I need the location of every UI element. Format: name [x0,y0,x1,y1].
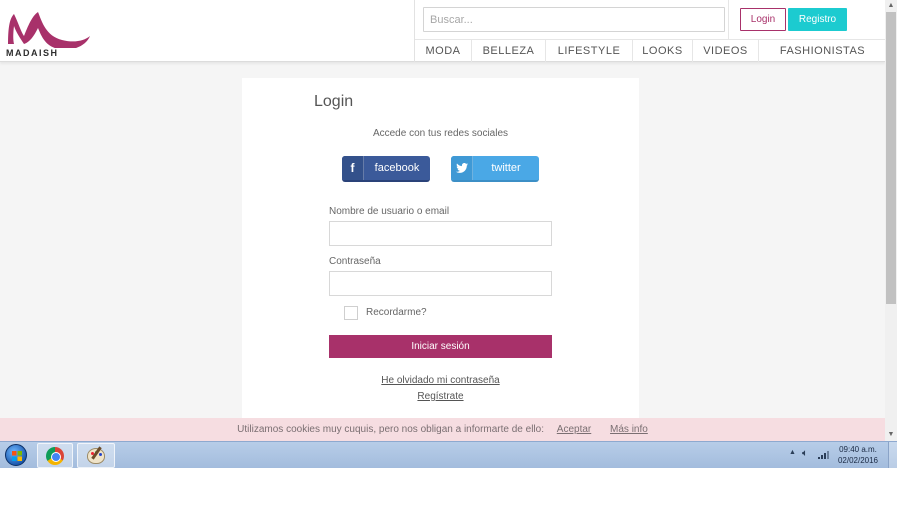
browser-viewport: MADAISH Login Registro MODA BELLEZA LIFE… [0,0,885,441]
windows-logo-icon [5,444,27,466]
remember-label: Recordarme? [366,307,427,318]
twitter-icon [451,156,473,180]
taskbar-chrome-button[interactable] [37,443,73,468]
madaish-logo[interactable]: MADAISH [2,8,94,58]
site-header: MADAISH Login Registro MODA BELLEZA LIFE… [0,0,885,62]
system-tray: ▲ 🔈︎ 09:40 a.m. 02/02/2016 [780,442,897,468]
screen: MADAISH Login Registro MODA BELLEZA LIFE… [0,0,900,508]
paint-icon [87,447,105,464]
clock-date: 02/02/2016 [837,456,879,465]
cookie-more-info-link[interactable]: Más info [610,424,648,435]
signup-link[interactable]: Regístrate [242,391,639,402]
nav-item-videos[interactable]: VIDEOS [693,40,759,62]
network-icon[interactable] [818,451,829,459]
header-divider [728,0,729,39]
cookie-bar: Utilizamos cookies muy cuquis, pero nos … [0,418,885,441]
login-card: Login Accede con tus redes sociales f fa… [242,78,639,441]
twitter-label: twitter [491,162,521,174]
register-button[interactable]: Registro [788,8,847,31]
volume-icon[interactable]: 🔈︎ [802,448,808,459]
nav-item-lifestyle[interactable]: LIFESTYLE [546,40,633,62]
facebook-icon: f [342,156,364,180]
login-submit-button[interactable]: Iniciar sesión [329,335,552,358]
logo-wordmark: MADAISH [6,48,59,58]
nav-item-moda[interactable]: MODA [415,40,472,62]
forgot-password-link[interactable]: He olvidado mi contraseña [242,375,639,386]
password-field[interactable] [329,271,552,296]
tray-expand-icon[interactable]: ▲ [789,449,796,456]
cookie-text: Utilizamos cookies muy cuquis, pero nos … [237,424,544,435]
search-input[interactable] [423,7,725,32]
taskbar-paint-button[interactable] [77,443,115,468]
header-right: Login Registro MODA BELLEZA LIFESTYLE LO… [414,0,885,62]
username-label: Nombre de usuario o email [329,206,450,217]
madaish-logo-mark [8,12,90,50]
main-nav: MODA BELLEZA LIFESTYLE LOOKS VIDEOS FASH… [415,39,885,62]
remember-checkbox[interactable] [344,306,358,320]
social-login-text: Accede con tus redes sociales [372,128,509,139]
login-button[interactable]: Login [740,8,786,31]
login-title: Login [314,93,354,110]
nav-item-looks[interactable]: LOOKS [633,40,693,62]
clock[interactable]: 09:40 a.m. 02/02/2016 [834,444,882,466]
password-label: Contraseña [329,256,381,267]
start-button[interactable] [0,442,32,468]
vertical-scrollbar[interactable]: ▲ ▼ [885,0,897,441]
chrome-icon [46,446,64,465]
username-field[interactable] [329,221,552,246]
cookie-accept-link[interactable]: Aceptar [557,424,591,435]
facebook-login-button[interactable]: f facebook [342,156,430,182]
twitter-login-button[interactable]: twitter [451,156,539,182]
scroll-thumb[interactable] [886,12,896,304]
scroll-down-arrow-icon[interactable]: ▼ [885,429,897,441]
nav-item-fashionistas[interactable]: FASHIONISTAS [759,40,885,62]
clock-time: 09:40 a.m. [839,445,877,454]
scroll-up-arrow-icon[interactable]: ▲ [885,0,897,12]
taskbar: ▲ 🔈︎ 09:40 a.m. 02/02/2016 [0,441,897,468]
show-desktop-button[interactable] [888,442,897,468]
nav-item-belleza[interactable]: BELLEZA [472,40,546,62]
facebook-label: facebook [374,162,420,174]
